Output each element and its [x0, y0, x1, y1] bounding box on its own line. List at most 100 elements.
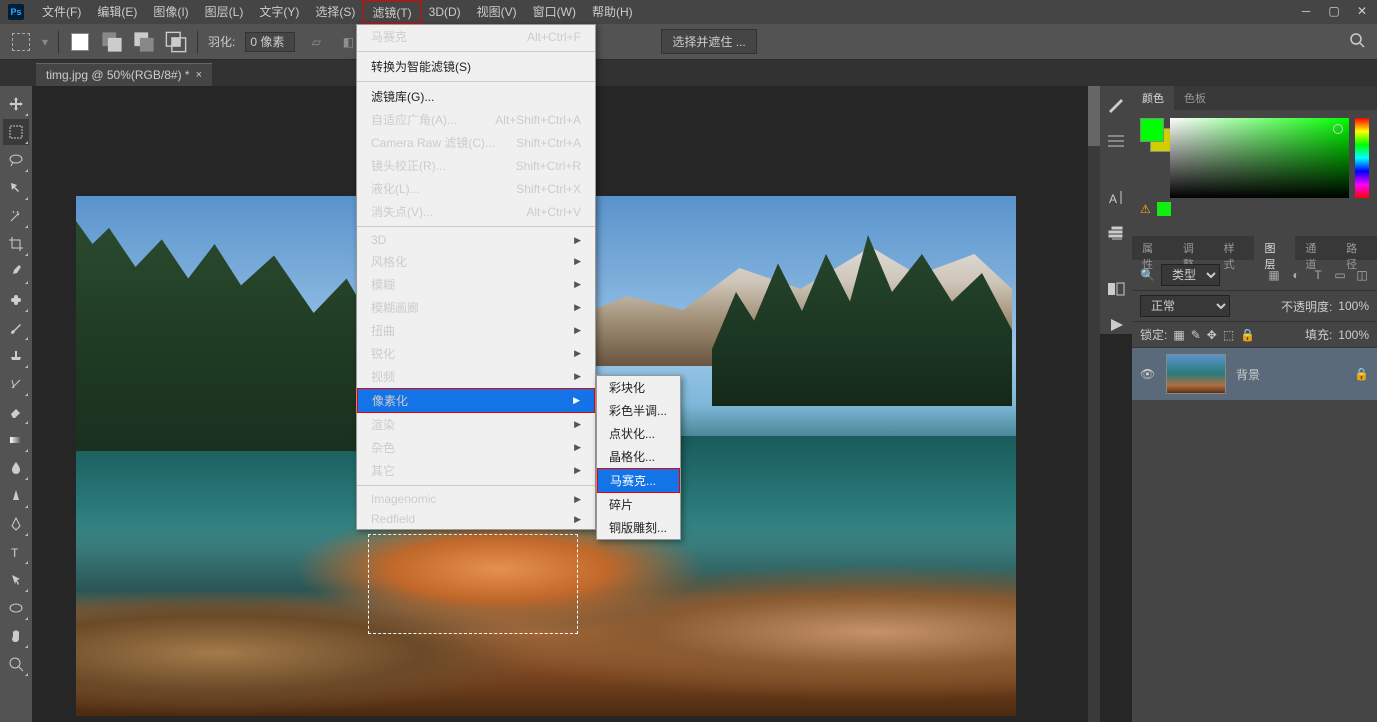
tab-paths[interactable]: 路径	[1336, 236, 1377, 260]
eraser-tool[interactable]	[3, 399, 29, 425]
menu-blur-gallery[interactable]: 模糊画廊	[357, 296, 595, 319]
menu-filter-gallery[interactable]: 滤镜库(G)...	[357, 85, 595, 108]
menu-type[interactable]: 文字(Y)	[251, 0, 307, 24]
menu-3d[interactable]: 3D(D)	[421, 0, 469, 24]
opacity-value[interactable]: 100%	[1338, 299, 1369, 313]
close-icon[interactable]: ✕	[1355, 4, 1369, 18]
menu-edit[interactable]: 编辑(E)	[89, 0, 145, 24]
filter-adjust-icon[interactable]: ◐	[1289, 268, 1303, 282]
selection-add-icon[interactable]	[101, 31, 123, 53]
character-panel-icon[interactable]: A	[1106, 188, 1126, 206]
vertical-scrollbar[interactable]	[1088, 86, 1100, 722]
menu-liquify[interactable]: 液化(L)...Shift+Ctrl+X	[357, 177, 595, 200]
menu-3d[interactable]: 3D	[357, 230, 595, 250]
actions-panel-icon[interactable]	[1106, 316, 1126, 334]
filter-pixel-icon[interactable]: ▦	[1267, 268, 1281, 282]
tab-close-icon[interactable]: ×	[196, 69, 202, 81]
antialias-icon[interactable]: ▱	[305, 31, 327, 53]
feather-input[interactable]	[245, 32, 295, 52]
menu-sharpen[interactable]: 锐化	[357, 342, 595, 365]
menu-layer[interactable]: 图层(L)	[197, 0, 252, 24]
menu-view[interactable]: 视图(V)	[469, 0, 525, 24]
lock-transparency-icon[interactable]: ▦	[1173, 328, 1184, 342]
lock-pixels-icon[interactable]: ✎	[1191, 328, 1201, 342]
brush-settings-icon[interactable]	[1106, 132, 1126, 150]
type-tool[interactable]: T	[3, 539, 29, 565]
history-brush-tool[interactable]	[3, 371, 29, 397]
shape-tool[interactable]	[3, 595, 29, 621]
menu-redfield[interactable]: Redfield	[357, 509, 595, 529]
brushes-panel-icon[interactable]	[1106, 96, 1126, 114]
select-and-mask-button[interactable]: 选择并遮住 ...	[661, 29, 756, 54]
marquee-tool-indicator[interactable]	[10, 31, 32, 53]
hue-slider[interactable]	[1355, 118, 1369, 198]
submenu-mezzotint[interactable]: 铜版雕刻...	[597, 516, 680, 539]
info-panel-icon[interactable]	[1106, 280, 1126, 298]
move-tool[interactable]	[3, 91, 29, 117]
fill-value[interactable]: 100%	[1338, 328, 1369, 342]
submenu-color-halftone[interactable]: 彩色半调...	[597, 399, 680, 422]
maximize-icon[interactable]: ▢	[1327, 4, 1341, 18]
pen-tool[interactable]	[3, 511, 29, 537]
warning-icon[interactable]: ⚠	[1140, 202, 1151, 216]
closest-color-swatch[interactable]	[1157, 202, 1171, 216]
filter-smart-icon[interactable]: ◫	[1355, 268, 1369, 282]
submenu-facet[interactable]: 彩块化	[597, 376, 680, 399]
menu-last-filter[interactable]: 马赛克Alt+Ctrl+F	[357, 25, 595, 48]
selection-new-icon[interactable]	[69, 31, 91, 53]
menu-blur[interactable]: 模糊	[357, 273, 595, 296]
tab-color[interactable]: 颜色	[1132, 86, 1174, 110]
menu-file[interactable]: 文件(F)	[34, 0, 89, 24]
menu-help[interactable]: 帮助(H)	[584, 0, 641, 24]
foreground-color[interactable]	[1140, 118, 1164, 142]
layer-name[interactable]: 背景	[1236, 366, 1260, 383]
menu-filter[interactable]: 滤镜(T)	[363, 0, 420, 24]
menu-image[interactable]: 图像(I)	[145, 0, 196, 24]
menu-distort[interactable]: 扭曲	[357, 319, 595, 342]
magic-wand-tool[interactable]	[3, 203, 29, 229]
spot-heal-tool[interactable]	[3, 287, 29, 313]
tab-properties[interactable]: 属性	[1132, 236, 1173, 260]
tab-styles[interactable]: 样式	[1214, 236, 1255, 260]
layer-thumbnail[interactable]	[1166, 354, 1226, 394]
selection-intersect-icon[interactable]	[165, 31, 187, 53]
dodge-tool[interactable]	[3, 483, 29, 509]
quick-select-tool[interactable]	[3, 175, 29, 201]
filter-type-icon[interactable]: T	[1311, 268, 1325, 282]
menu-window[interactable]: 窗口(W)	[525, 0, 584, 24]
lock-all-icon[interactable]: 🔒	[1240, 328, 1255, 342]
marquee-tool[interactable]	[3, 119, 29, 145]
brush-tool[interactable]	[3, 315, 29, 341]
menu-lens-correction[interactable]: 镜头校正(R)...Shift+Ctrl+R	[357, 154, 595, 177]
scrollbar-thumb[interactable]	[1088, 86, 1100, 146]
clone-stamp-tool[interactable]	[3, 343, 29, 369]
menu-stylize[interactable]: 风格化	[357, 250, 595, 273]
filter-shape-icon[interactable]: ▭	[1333, 268, 1347, 282]
hand-tool[interactable]	[3, 623, 29, 649]
crop-tool[interactable]	[3, 231, 29, 257]
layer-row[interactable]: 👁 背景 🔒	[1132, 348, 1377, 400]
submenu-crystallize[interactable]: 晶格化...	[597, 445, 680, 468]
menu-convert-smart[interactable]: 转换为智能滤镜(S)	[357, 55, 595, 78]
menu-video[interactable]: 视频	[357, 365, 595, 388]
tab-adjustments[interactable]: 调整	[1173, 236, 1214, 260]
lock-position-icon[interactable]: ✥	[1207, 328, 1217, 342]
filter-kind-icon[interactable]: 🔍	[1140, 268, 1155, 282]
submenu-mosaic[interactable]: 马赛克...	[597, 468, 680, 493]
lock-artboard-icon[interactable]: ⬚	[1223, 328, 1234, 342]
color-field[interactable]	[1170, 118, 1349, 198]
menu-other[interactable]: 其它	[357, 459, 595, 482]
menu-select[interactable]: 选择(S)	[307, 0, 363, 24]
menu-adaptive-wide[interactable]: 自适应广角(A)...Alt+Shift+Ctrl+A	[357, 108, 595, 131]
selection-subtract-icon[interactable]	[133, 31, 155, 53]
path-select-tool[interactable]	[3, 567, 29, 593]
menu-imagenomic[interactable]: Imagenomic	[357, 489, 595, 509]
menu-pixelate[interactable]: 像素化	[357, 388, 595, 413]
gradient-tool[interactable]	[3, 427, 29, 453]
paragraph-panel-icon[interactable]	[1106, 224, 1126, 242]
minimize-icon[interactable]: ─	[1299, 4, 1313, 18]
lasso-tool[interactable]	[3, 147, 29, 173]
blend-mode-select[interactable]: 正常	[1140, 295, 1230, 317]
menu-vanishing-point[interactable]: 消失点(V)...Alt+Ctrl+V	[357, 200, 595, 223]
document-tab[interactable]: timg.jpg @ 50%(RGB/8#) * ×	[36, 63, 212, 86]
